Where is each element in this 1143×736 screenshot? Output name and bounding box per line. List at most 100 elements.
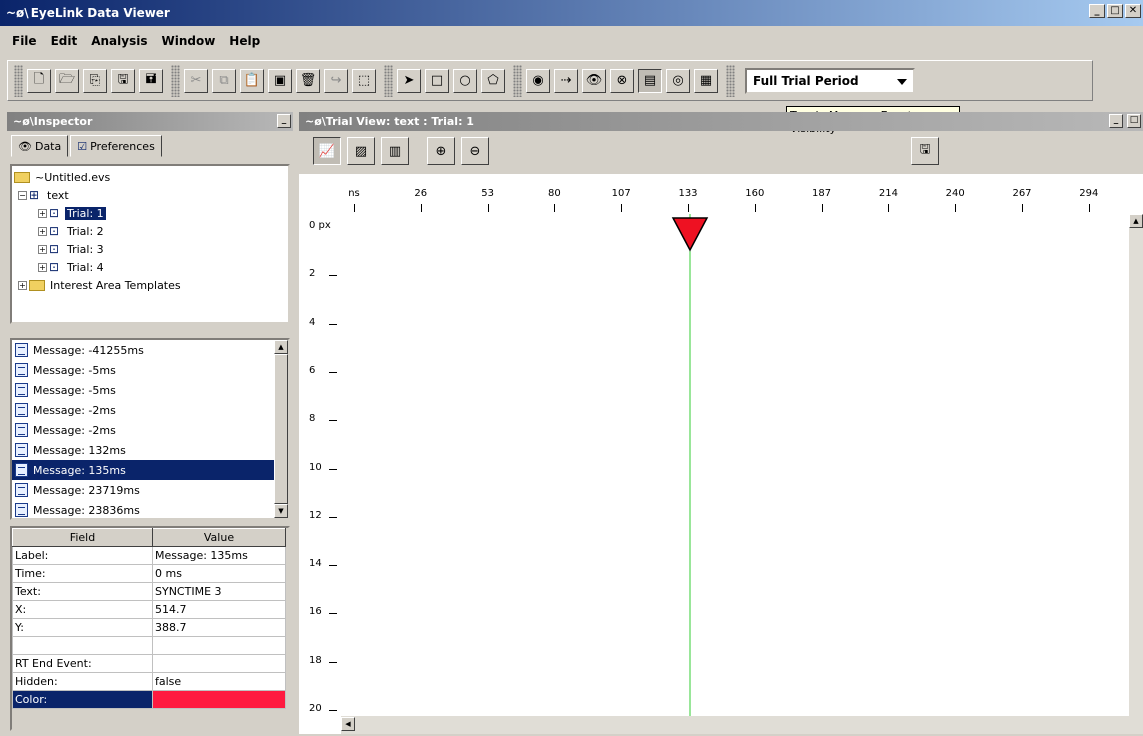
tree-root[interactable]: ~Untitled.evs	[14, 168, 286, 186]
property-row[interactable]: Time: 0 ms	[12, 564, 286, 583]
menu-file[interactable]: File	[12, 34, 37, 54]
property-row[interactable]	[12, 636, 286, 655]
save-all-button[interactable]: 🖬	[139, 68, 163, 93]
toolbar-grip[interactable]	[513, 64, 522, 97]
message-list-item[interactable]: Message: -2ms	[12, 420, 274, 440]
scroll-up-icon[interactable]: ▲	[274, 340, 288, 354]
menu-analysis[interactable]: Analysis	[91, 34, 147, 54]
import-button[interactable]: ⎘	[83, 68, 107, 93]
message-list-item[interactable]: Message: -5ms	[12, 380, 274, 400]
tree-session[interactable]: − ⊞ text	[14, 186, 286, 204]
message-list-item[interactable]: Message: 135ms	[12, 460, 274, 480]
property-row[interactable]: X: 514.7	[12, 600, 286, 619]
expand-icon[interactable]: +	[38, 244, 47, 254]
pointer-button[interactable]: ➤	[397, 68, 421, 93]
plot-canvas[interactable]	[341, 214, 1129, 716]
freehand-button[interactable]: ⬠	[481, 68, 505, 93]
blink-button[interactable]: ⊗	[610, 68, 634, 93]
plot-vertical-scrollbar[interactable]: ▲	[1129, 214, 1143, 734]
temporal-graph-button[interactable]: 📈	[313, 137, 341, 165]
zoom-out-button[interactable]: ⊖	[461, 137, 489, 165]
property-value[interactable]: false	[152, 672, 286, 691]
property-row[interactable]: Color:	[12, 690, 286, 709]
tree-trial[interactable]: + ⊡ Trial: 2	[14, 222, 286, 240]
toolbar-grip[interactable]	[726, 64, 735, 97]
copy-button[interactable]: ⧉	[212, 68, 236, 93]
inspector-minimize-button[interactable]: _	[277, 114, 291, 128]
scroll-left-icon[interactable]: ◀	[341, 717, 355, 731]
menu-help[interactable]: Help	[229, 34, 260, 54]
toolbar-grip[interactable]	[14, 64, 23, 97]
trial-view-minimize-button[interactable]: _	[1109, 114, 1123, 128]
property-value[interactable]	[152, 654, 286, 673]
property-value[interactable]: 388.7	[152, 618, 286, 637]
value-header[interactable]: Value	[152, 528, 286, 547]
paste-button[interactable]: 📋	[240, 68, 264, 93]
tree-templates[interactable]: + Interest Area Templates	[14, 276, 286, 294]
expand-icon[interactable]: +	[38, 226, 47, 236]
expand-icon[interactable]: +	[18, 280, 27, 290]
tree-trial[interactable]: + ⊡ Trial: 1	[14, 204, 286, 222]
toolbar-grip[interactable]	[171, 64, 180, 97]
message-list-item[interactable]: Message: 132ms	[12, 440, 274, 460]
property-value[interactable]: Message: 135ms	[152, 546, 286, 565]
message-list-item[interactable]: Message: 23836ms	[12, 500, 274, 520]
sample-button[interactable]: ◎	[666, 68, 690, 93]
save-button[interactable]: 🖫	[111, 68, 135, 93]
expand-icon[interactable]: +	[38, 208, 47, 218]
new-button[interactable]: 🗋	[27, 68, 51, 93]
property-row[interactable]: Y: 388.7	[12, 618, 286, 637]
saccade-button[interactable]: ⇢	[554, 68, 578, 93]
message-event-marker[interactable]	[671, 217, 709, 252]
message-list-scrollbar[interactable]: ▲ ▼	[274, 340, 288, 518]
dropdown-arrow-icon[interactable]	[897, 78, 907, 85]
property-value[interactable]: SYNCTIME 3	[152, 582, 286, 601]
trial-view-maximize-button[interactable]: □	[1127, 114, 1141, 128]
save-view-button[interactable]: 🖫	[911, 137, 939, 165]
redo-button[interactable]: ↪	[324, 68, 348, 93]
property-row[interactable]: Text: SYNCTIME 3	[12, 582, 286, 601]
open-button[interactable]: 🗁	[55, 68, 79, 93]
eye-button[interactable]: 👁	[582, 68, 606, 93]
property-row[interactable]: RT End Event:	[12, 654, 286, 673]
scroll-down-icon[interactable]: ▼	[274, 504, 288, 518]
message-event-button[interactable]: ▤	[638, 68, 662, 93]
spatial-view-button[interactable]: ▨	[347, 137, 375, 165]
tab-preferences[interactable]: ☑ Preferences	[70, 135, 162, 157]
toolbar-grip[interactable]	[384, 64, 393, 97]
select-region-button[interactable]: ⬚	[352, 68, 376, 93]
collapse-icon[interactable]: −	[18, 190, 27, 200]
tree-trial[interactable]: + ⊡ Trial: 3	[14, 240, 286, 258]
interest-area-button[interactable]: ▦	[694, 68, 718, 93]
delete-button[interactable]: 🗑	[296, 68, 320, 93]
message-list-item[interactable]: Message: -41255ms	[12, 340, 274, 360]
field-header[interactable]: Field	[12, 528, 153, 547]
rectangle-button[interactable]: □	[425, 68, 449, 93]
tab-data[interactable]: 👁 Data	[11, 135, 69, 157]
message-list-item[interactable]: Message: -2ms	[12, 400, 274, 420]
property-row[interactable]: Label: Message: 135ms	[12, 546, 286, 565]
close-button[interactable]: ✕	[1125, 4, 1141, 18]
scroll-up-icon[interactable]: ▲	[1129, 214, 1143, 228]
zoom-in-button[interactable]: ⊕	[427, 137, 455, 165]
property-value[interactable]: 0 ms	[152, 564, 286, 583]
message-list-item[interactable]: Message: 23719ms	[12, 480, 274, 500]
property-value[interactable]: 514.7	[152, 600, 286, 619]
fixation-button[interactable]: ◉	[526, 68, 550, 93]
properties-button[interactable]: ▣	[268, 68, 292, 93]
message-list-item[interactable]: Message: -5ms	[12, 360, 274, 380]
ellipse-button[interactable]: ○	[453, 68, 477, 93]
expand-icon[interactable]: +	[38, 262, 47, 272]
menu-edit[interactable]: Edit	[51, 34, 78, 54]
scroll-thumb[interactable]	[274, 354, 288, 504]
plot-horizontal-scrollbar[interactable]: ◀	[341, 716, 1129, 734]
maximize-button[interactable]: □	[1107, 4, 1123, 18]
property-value[interactable]	[152, 636, 286, 655]
animation-view-button[interactable]: ▥	[381, 137, 409, 165]
minimize-button[interactable]: _	[1089, 4, 1105, 18]
menu-window[interactable]: Window	[161, 34, 215, 54]
cut-button[interactable]: ✂	[184, 68, 208, 93]
trial-period-select[interactable]: Full Trial Period	[745, 67, 915, 94]
property-value[interactable]	[152, 690, 286, 709]
tree-trial[interactable]: + ⊡ Trial: 4	[14, 258, 286, 276]
